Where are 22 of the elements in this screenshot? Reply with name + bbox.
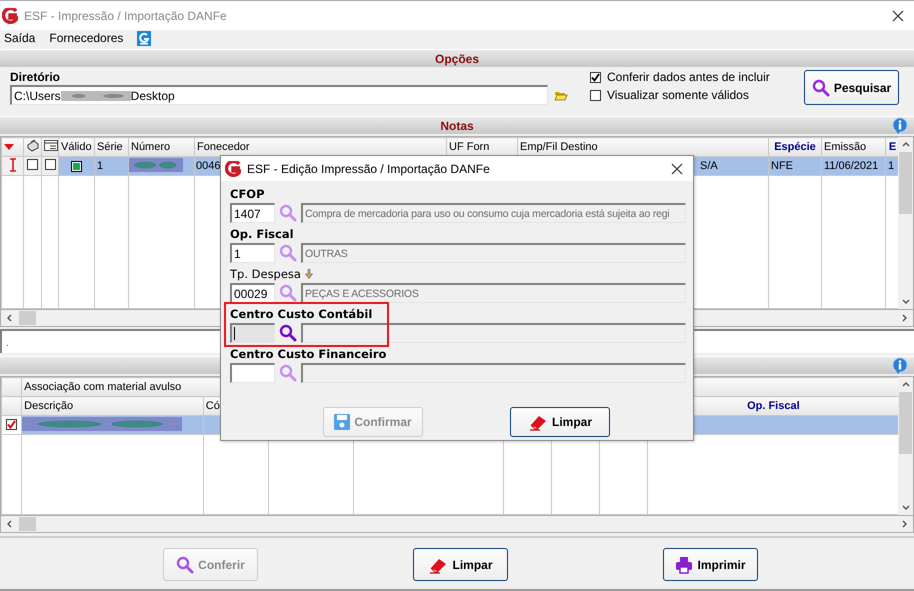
- field-label: CFOP: [230, 187, 264, 201]
- field-label: Tp. Despesa: [230, 267, 301, 281]
- field-label: Centro Custo Contábil: [230, 307, 372, 321]
- table-cell: NFE: [771, 160, 793, 172]
- table-cell: S/A: [700, 160, 718, 172]
- table-cell: 1: [888, 160, 894, 172]
- column-group-header: Associação com material avulso: [24, 381, 182, 393]
- field-label: Centro Custo Financeiro: [230, 347, 386, 361]
- checkbox-label: Conferir dados antes de incluir: [607, 70, 770, 84]
- path-text: C:\Users: [14, 88, 61, 102]
- window-title: ESF - Impressão / Importação DANFe: [24, 8, 227, 22]
- status-text: .: [6, 338, 9, 349]
- table-cell: 0046: [196, 160, 220, 172]
- section-title: Notas: [440, 118, 474, 132]
- table-cell: 1: [97, 160, 104, 172]
- field-label: Diretório: [10, 70, 62, 84]
- table-cell: 11/06/2021: [824, 160, 878, 172]
- section-title: Opções: [434, 52, 479, 66]
- checkbox-label: Visualizar somente válidos: [607, 88, 749, 102]
- dialog-title: ESF - Edição Impressão / Importação DANFe: [247, 162, 490, 176]
- field-label: Op. Fiscal: [230, 227, 294, 241]
- path-text: Desktop: [130, 88, 175, 102]
